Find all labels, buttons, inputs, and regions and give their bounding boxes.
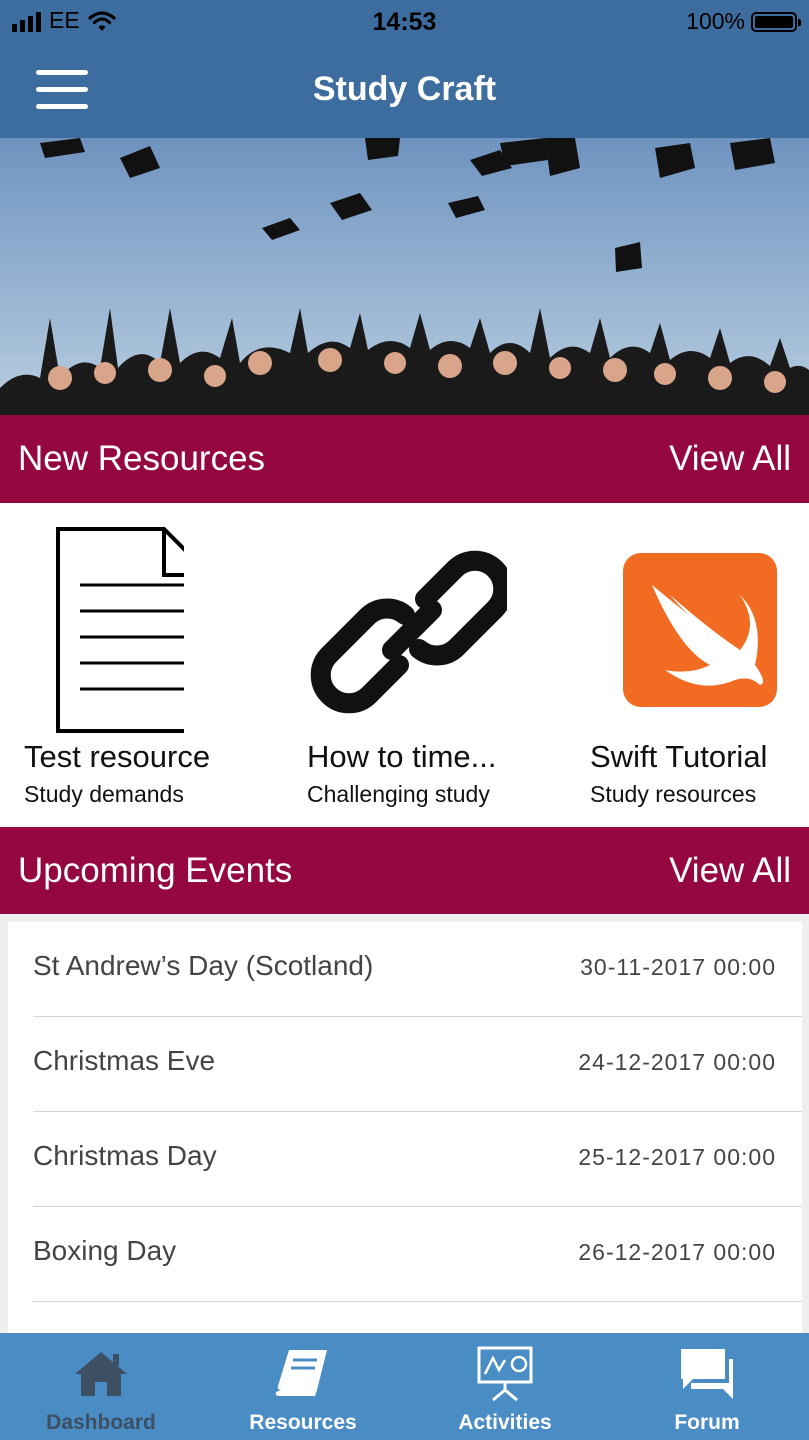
event-date: 25-12-2017 00:00: [578, 1144, 776, 1170]
tab-dashboard[interactable]: Dashboard: [0, 1333, 202, 1440]
resource-subtitle: Challenging study: [307, 781, 490, 807]
presentation-icon: [404, 1343, 606, 1403]
swift-icon: [590, 525, 809, 735]
event-name: St Andrew’s Day (Scotland): [33, 950, 374, 981]
tab-label: Resources: [249, 1411, 357, 1434]
resource-title: Test resource: [24, 739, 211, 774]
upcoming-events-title: Upcoming Events: [18, 851, 293, 890]
link-icon: [307, 525, 547, 735]
event-date: 30-11-2017 00:00: [580, 954, 776, 980]
event-date: 26-12-2017 00:00: [578, 1239, 776, 1265]
event-row[interactable]: Boxing Day 26-12-2017 00:00: [8, 1207, 802, 1302]
hero-banner-image: [0, 138, 809, 415]
tab-label: Dashboard: [46, 1411, 156, 1434]
tab-label: Forum: [674, 1411, 740, 1434]
tab-resources[interactable]: Resources: [202, 1333, 404, 1440]
chat-icon: [606, 1343, 808, 1403]
tab-bar: Dashboard Resources Activities Forum: [0, 1333, 809, 1440]
tab-forum[interactable]: Forum: [606, 1333, 808, 1440]
home-icon: [0, 1343, 202, 1403]
book-icon: [202, 1343, 404, 1403]
new-resources-header: New Resources View All: [0, 415, 809, 503]
event-row[interactable]: Christmas Day 25-12-2017 00:00: [8, 1112, 802, 1207]
top-bar: EE 14:53 100% Study Craft: [0, 0, 809, 138]
app-title: Study Craft: [312, 70, 497, 108]
event-name: Christmas Day: [33, 1140, 217, 1171]
events-panel: St Andrew’s Day (Scotland) 30-11-2017 00…: [0, 914, 809, 1333]
resource-card[interactable]: Test resource Study demands: [24, 525, 264, 808]
status-right: 100%: [686, 8, 801, 35]
status-bar: EE 14:53 100%: [0, 0, 809, 46]
tab-activities[interactable]: Activities: [404, 1333, 606, 1440]
graduation-photo: [0, 138, 809, 415]
resource-card[interactable]: How to time... Challenging study: [307, 525, 547, 808]
resource-title: Swift Tutorial: [590, 739, 768, 774]
resource-title: How to time...: [307, 739, 497, 774]
battery-percent: 100%: [686, 8, 745, 34]
resource-subtitle: Study resources: [590, 781, 757, 807]
tab-label: Activities: [458, 1411, 552, 1434]
resource-card[interactable]: Swift Tutorial Study resources: [590, 525, 809, 808]
document-icon: [24, 525, 264, 735]
events-list: St Andrew’s Day (Scotland) 30-11-2017 00…: [8, 922, 802, 1333]
resources-list: Test resource Study demands How to time.…: [0, 503, 809, 826]
events-view-all-button[interactable]: View All: [669, 851, 791, 891]
event-row[interactable]: St Andrew’s Day (Scotland) 30-11-2017 00…: [8, 922, 802, 1017]
event-name: Christmas Eve: [33, 1045, 216, 1076]
upcoming-events-header: Upcoming Events View All: [0, 827, 809, 915]
event-row[interactable]: Christmas Eve 24-12-2017 00:00: [8, 1017, 802, 1112]
event-name: Boxing Day: [33, 1235, 177, 1266]
resource-subtitle: Study demands: [24, 781, 184, 807]
resources-view-all-button[interactable]: View All: [669, 439, 791, 479]
battery-icon: [751, 11, 801, 32]
new-resources-title: New Resources: [18, 439, 266, 478]
event-date: 24-12-2017 00:00: [578, 1049, 776, 1075]
divider: [33, 1301, 802, 1302]
